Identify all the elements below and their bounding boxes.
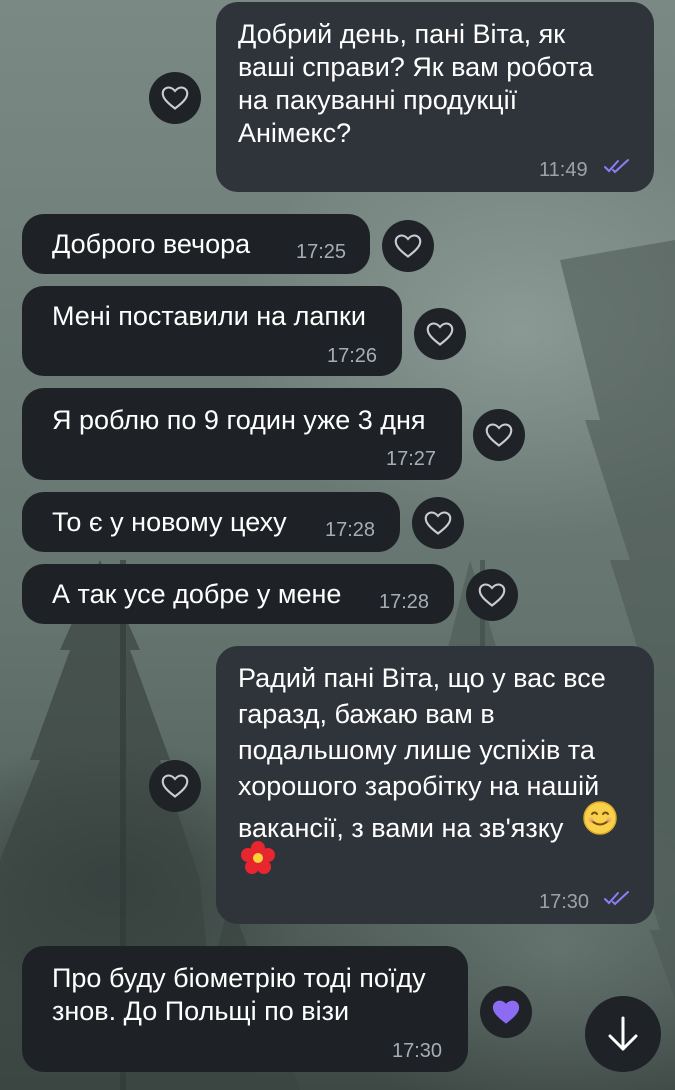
arrow-down-icon [608,1016,638,1051]
reaction-button[interactable] [149,760,201,812]
flower-emoji [241,841,275,874]
message-time: 17:26 [327,345,378,367]
message-time: 17:30 [539,891,590,913]
message-text: А так усе добре у мене [52,579,342,609]
reaction-button[interactable] [382,220,434,272]
incoming-message-2[interactable]: Доброго вечора 17:25 [22,214,370,274]
smiling-face-emoji [583,801,617,835]
message-text: То є у новому цеху [52,507,287,537]
reaction-button[interactable] [412,497,464,549]
heart-outline-icon [394,234,422,258]
double-check-icon [604,159,629,174]
message-time: 17:27 [386,448,437,470]
message-time: 17:30 [392,1040,443,1062]
reaction-button[interactable] [149,72,201,124]
incoming-message-8[interactable]: Про буду біометрію тоді поїду знов. До П… [22,946,468,1072]
message-time: 17:28 [379,591,430,613]
heart-outline-icon [161,774,189,798]
scroll-to-bottom-button[interactable] [585,996,661,1072]
incoming-message-6[interactable]: А так усе добре у мене 17:28 [22,564,454,624]
message-text: Про буду біометрію тоді поїду знов. До П… [52,963,426,1026]
message-time: 17:28 [325,519,376,541]
reaction-button[interactable] [466,569,518,621]
reaction-button[interactable] [480,986,532,1038]
message-text: Мені поставили на лапки [52,301,366,331]
heart-outline-icon [424,511,452,535]
double-check-icon [604,891,629,906]
message-time: 17:25 [296,241,347,263]
heart-outline-icon [478,583,506,607]
heart-outline-icon [161,86,189,110]
incoming-message-4[interactable]: Я роблю по 9 годин уже 3 дня 17:27 [22,388,462,480]
message-text: Доброго вечора [52,229,251,259]
message-text: Добрий день, пані Віта, як ваші справи? … [238,19,594,148]
outgoing-message-1[interactable]: Добрий день, пані Віта, як ваші справи? … [216,2,654,192]
message-text: Радий пані Віта, що у вас все гаразд, ба… [238,663,606,843]
heart-filled-icon [492,1000,520,1024]
message-text: Я роблю по 9 годин уже 3 дня [52,405,426,435]
incoming-message-5[interactable]: То є у новому цеху 17:28 [22,492,400,552]
outgoing-message-7[interactable]: Радий пані Віта, що у вас все гаразд, ба… [216,646,654,924]
heart-outline-icon [426,322,454,346]
message-time: 11:49 [539,159,588,181]
heart-outline-icon [485,423,513,447]
reaction-button[interactable] [473,409,525,461]
incoming-message-3[interactable]: Мені поставили на лапки 17:26 [22,286,402,376]
reaction-button[interactable] [414,308,466,360]
